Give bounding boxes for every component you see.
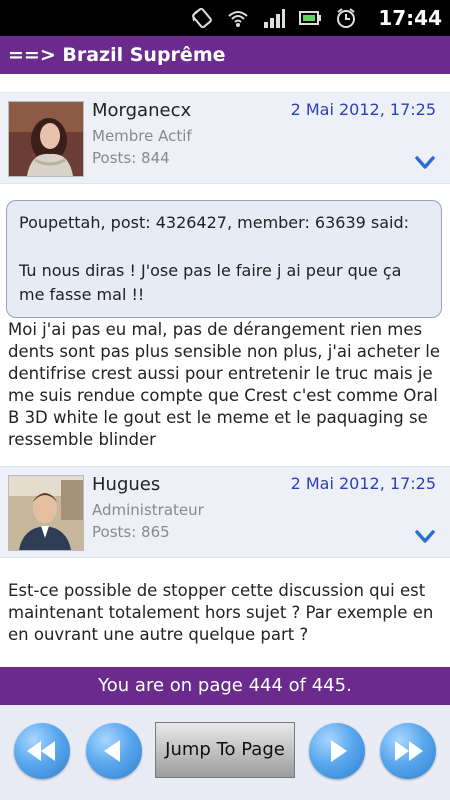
post-date: 2 Mai 2012, 17:25 bbox=[290, 474, 436, 493]
avatar[interactable] bbox=[8, 101, 84, 177]
avatar[interactable] bbox=[8, 475, 84, 551]
next-page-icon bbox=[331, 740, 347, 762]
wifi-icon bbox=[226, 6, 250, 30]
thread-title: ==> Brazil Suprême bbox=[0, 36, 450, 74]
post-header: Hugues Administrateur Posts: 865 2 Mai 2… bbox=[0, 466, 450, 558]
signal-icon bbox=[262, 6, 286, 30]
post-username[interactable]: Hugues bbox=[92, 474, 160, 495]
quote-block: Poupettah, post: 4326427, member: 63639 … bbox=[6, 200, 442, 318]
pagination-bar: Jump To Page bbox=[0, 705, 450, 800]
alarm-icon bbox=[334, 6, 358, 30]
post-body: Est-ce possible de stopper cette discuss… bbox=[8, 581, 434, 644]
prev-page-icon bbox=[104, 740, 120, 762]
prev-page-button[interactable] bbox=[86, 723, 142, 779]
first-page-icon bbox=[27, 741, 55, 761]
battery-icon bbox=[298, 6, 322, 30]
last-page-button[interactable] bbox=[380, 723, 436, 779]
jump-to-page-button[interactable]: Jump To Page bbox=[155, 722, 295, 778]
status-bar: 17:44 bbox=[0, 0, 450, 36]
post-user-role: Administrateur bbox=[92, 501, 204, 519]
quote-header: Poupettah, post: 4326427, member: 63639 … bbox=[19, 213, 410, 232]
status-time: 17:44 bbox=[378, 6, 442, 30]
first-page-button[interactable] bbox=[14, 723, 70, 779]
post-user-post-count: Posts: 844 bbox=[92, 149, 170, 167]
expand-chevron-icon[interactable] bbox=[414, 529, 436, 545]
post-body: Moi j'ai pas eu mal, pas de dérangement … bbox=[8, 320, 440, 449]
quote-text: Tu nous diras ! J'ose pas le faire j ai … bbox=[19, 261, 402, 304]
next-page-button[interactable] bbox=[309, 723, 365, 779]
post-username[interactable]: Morganecx bbox=[92, 100, 191, 121]
last-page-icon bbox=[395, 741, 423, 761]
post-header: Morganecx Membre Actif Posts: 844 2 Mai … bbox=[0, 92, 450, 184]
page-status: You are on page 444 of 445. bbox=[0, 667, 450, 705]
thread-content[interactable]: Morganecx Membre Actif Posts: 844 2 Mai … bbox=[0, 74, 450, 668]
post-user-post-count: Posts: 865 bbox=[92, 523, 170, 541]
rotate-icon bbox=[190, 6, 214, 30]
post-user-role: Membre Actif bbox=[92, 127, 192, 145]
post-date: 2 Mai 2012, 17:25 bbox=[290, 100, 436, 119]
expand-chevron-icon[interactable] bbox=[414, 155, 436, 171]
